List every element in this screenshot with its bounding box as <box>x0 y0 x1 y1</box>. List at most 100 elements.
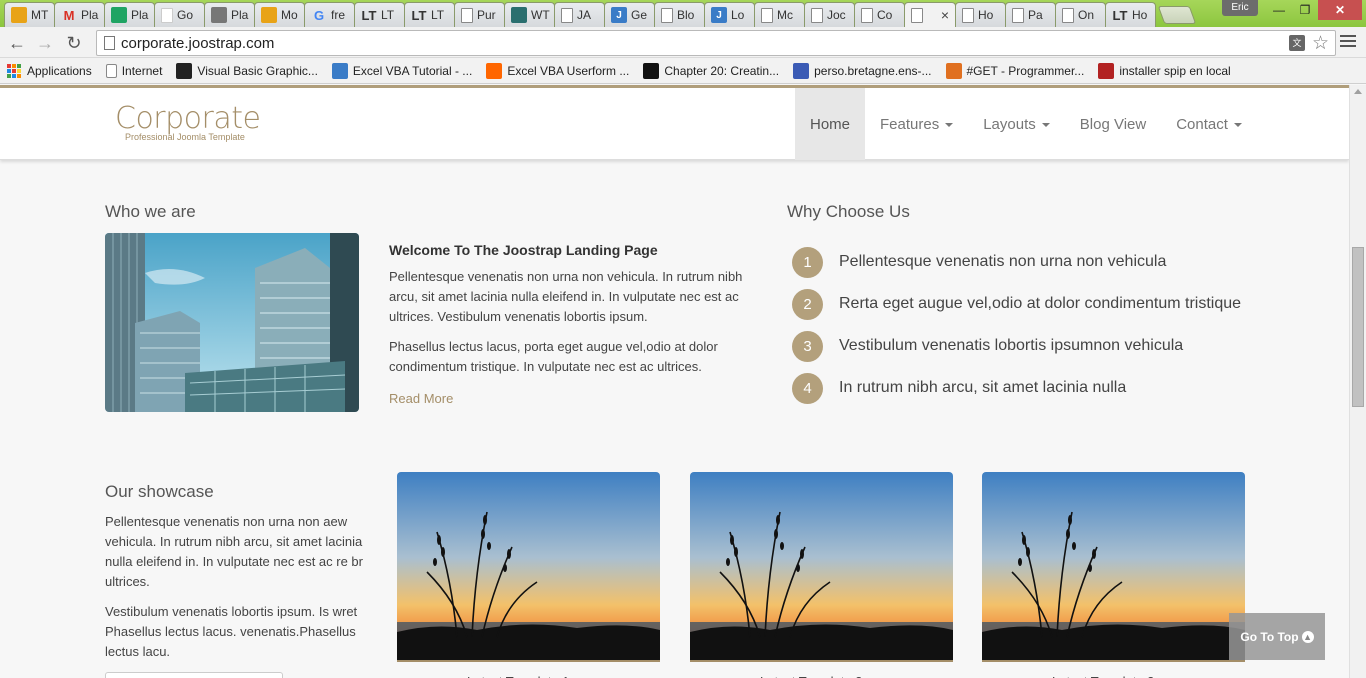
scrollbar-thumb[interactable] <box>1352 247 1364 407</box>
nav-item-blog-view[interactable]: Blog View <box>1065 88 1161 160</box>
browser-tab[interactable]: M Pla <box>54 2 105 27</box>
tab-title: Ge <box>631 8 648 22</box>
page-icon <box>962 7 974 23</box>
bookmark-label: Internet <box>121 63 163 78</box>
chrome-menu-icon[interactable] <box>1340 35 1356 49</box>
orange-glasses-icon <box>261 7 277 23</box>
lt-icon: LT <box>1112 7 1128 23</box>
nav-label: Layouts <box>983 115 1036 133</box>
apps-grid-icon <box>7 63 21 78</box>
tab-title: On <box>1078 8 1095 22</box>
scroll-up-icon[interactable] <box>1354 89 1362 94</box>
address-bar[interactable]: corporate.joostrap.com 文 ☆ <box>96 30 1336 56</box>
nav-item-home[interactable]: Home <box>795 88 866 160</box>
site-logo[interactable]: Corporate Professional Joomla Template <box>115 102 261 143</box>
browser-tab[interactable]: LT LT <box>354 2 405 27</box>
bookmark-item[interactable]: Excel VBA Userform ... <box>486 62 629 79</box>
showcase-paragraph-2: Vestibulum venenatis lobortis ipsum. Is … <box>105 602 357 662</box>
bookmark-label: Chapter 20: Creatin... <box>664 63 780 78</box>
caret-down-icon <box>1041 123 1050 127</box>
page-icon <box>861 7 873 23</box>
nav-item-layouts[interactable]: Layouts <box>968 88 1065 160</box>
browser-tab[interactable]: Go <box>154 2 205 27</box>
bookmark-item[interactable]: Internet <box>105 63 163 78</box>
sunset-grass-image[interactable] <box>690 472 953 662</box>
tab-title: Ho <box>978 8 994 22</box>
bookmark-item[interactable]: Chapter 20: Creatin... <box>643 62 780 79</box>
text-line: vehicula. In rutrum nibh arcu, sit amet … <box>105 534 363 549</box>
browser-tab[interactable]: On <box>1055 2 1106 27</box>
lt-icon: LT <box>361 7 377 23</box>
page-icon <box>104 36 115 50</box>
showcase-paragraph-1: Pellentesque venenatis non urna non aew … <box>105 512 363 592</box>
bookmark-item[interactable]: Applications <box>7 63 92 78</box>
rings-icon <box>793 62 810 79</box>
maximize-button[interactable]: ❐ <box>1292 0 1318 20</box>
browser-tab[interactable]: Ho <box>955 2 1006 27</box>
browser-tab[interactable]: Pla <box>204 2 255 27</box>
blank-icon <box>161 7 173 23</box>
profile-badge[interactable]: Eric <box>1222 0 1258 16</box>
nav-item-contact[interactable]: Contact <box>1161 88 1257 160</box>
forward-button[interactable]: → <box>34 32 56 54</box>
browser-tab[interactable]: Pur <box>454 2 505 27</box>
browser-tab[interactable]: Blo <box>654 2 705 27</box>
showcase-caption[interactable]: Latest Template 2 <box>760 674 862 678</box>
sunset-grass-image[interactable] <box>982 472 1245 662</box>
bookmark-item[interactable]: perso.bretagne.ens-... <box>793 62 932 79</box>
back-button[interactable]: ← <box>6 32 28 54</box>
page-icon <box>1062 7 1074 23</box>
bookmark-item[interactable]: Excel VBA Tutorial - ... <box>331 62 473 79</box>
browser-tab[interactable]: Joc <box>804 2 855 27</box>
bookmark-item[interactable]: Visual Basic Graphic... <box>176 62 318 79</box>
caret-down-icon <box>945 123 954 127</box>
browser-tab[interactable]: Mo <box>254 2 305 27</box>
new-tab-button[interactable] <box>1157 6 1197 24</box>
text-line: nulla eleifend in. In vulputate nec est … <box>105 554 363 569</box>
read-more-link[interactable]: Read More <box>389 391 453 406</box>
page-scrollbar[interactable] <box>1349 85 1366 678</box>
bookmark-label: Excel VBA Tutorial - ... <box>352 63 473 78</box>
tab-close-icon[interactable]: × <box>941 7 949 23</box>
browser-tab[interactable]: Mc <box>754 2 805 27</box>
browser-tab[interactable]: Co <box>854 2 905 27</box>
browser-tab[interactable]: Gfre <box>304 2 355 27</box>
browser-tab[interactable]: × <box>904 2 956 27</box>
browser-tab[interactable]: WT <box>504 2 555 27</box>
tab-title: Mc <box>777 8 793 22</box>
browser-tab[interactable]: JA <box>554 2 605 27</box>
browser-tab[interactable]: MT <box>4 2 55 27</box>
tab-title: Pla <box>131 8 149 22</box>
why-list: 1 Pellentesque venenatis non urna non veh… <box>792 241 1241 409</box>
drive-icon <box>111 7 127 23</box>
showcase-more-button[interactable] <box>105 672 283 678</box>
go-to-top-button[interactable]: Go To Top ▲ <box>1229 613 1325 660</box>
showcase-caption[interactable]: Latest Template 1 <box>467 674 569 678</box>
browser-tab[interactable]: LT Ho <box>1105 2 1156 27</box>
browser-tab[interactable]: Pla <box>104 2 155 27</box>
showcase-heading: Our showcase <box>105 482 214 501</box>
browser-tab[interactable]: J Lo <box>704 2 755 27</box>
browser-tab[interactable]: J Ge <box>604 2 655 27</box>
bookmark-item[interactable]: #GET - Programmer... <box>945 62 1084 79</box>
bookmark-star-icon[interactable]: ☆ <box>1312 32 1329 55</box>
text-line: lectus lacu. <box>105 644 171 659</box>
why-item-text: Pellentesque venenatis non urna non vehi… <box>839 253 1167 270</box>
url-text[interactable]: corporate.joostrap.com <box>121 35 274 52</box>
browser-tab[interactable]: Pa <box>1005 2 1056 27</box>
welcome-title: Welcome To The Joostrap Landing Page <box>389 242 658 258</box>
star-badge-icon <box>331 62 348 79</box>
sunset-grass-image[interactable] <box>397 472 660 662</box>
minimize-button[interactable]: — <box>1264 0 1294 20</box>
bookmark-label: Applications <box>27 63 92 78</box>
browser-tab[interactable]: LT LT <box>404 2 455 27</box>
reload-button[interactable]: ↻ <box>63 32 85 54</box>
nav-item-features[interactable]: Features <box>865 88 968 160</box>
google-icon: G <box>313 7 325 23</box>
translate-icon[interactable]: 文 <box>1289 35 1305 51</box>
who-paragraph-2: Phasellus lectus lacus, porta eget augue… <box>389 337 718 377</box>
window-close-button[interactable]: ✕ <box>1318 0 1362 20</box>
logo-subtitle: Professional Joomla Template <box>125 132 245 142</box>
bookmark-item[interactable]: installer spip en local <box>1098 62 1231 79</box>
showcase-caption[interactable]: Latest Template 3 <box>1052 674 1154 678</box>
